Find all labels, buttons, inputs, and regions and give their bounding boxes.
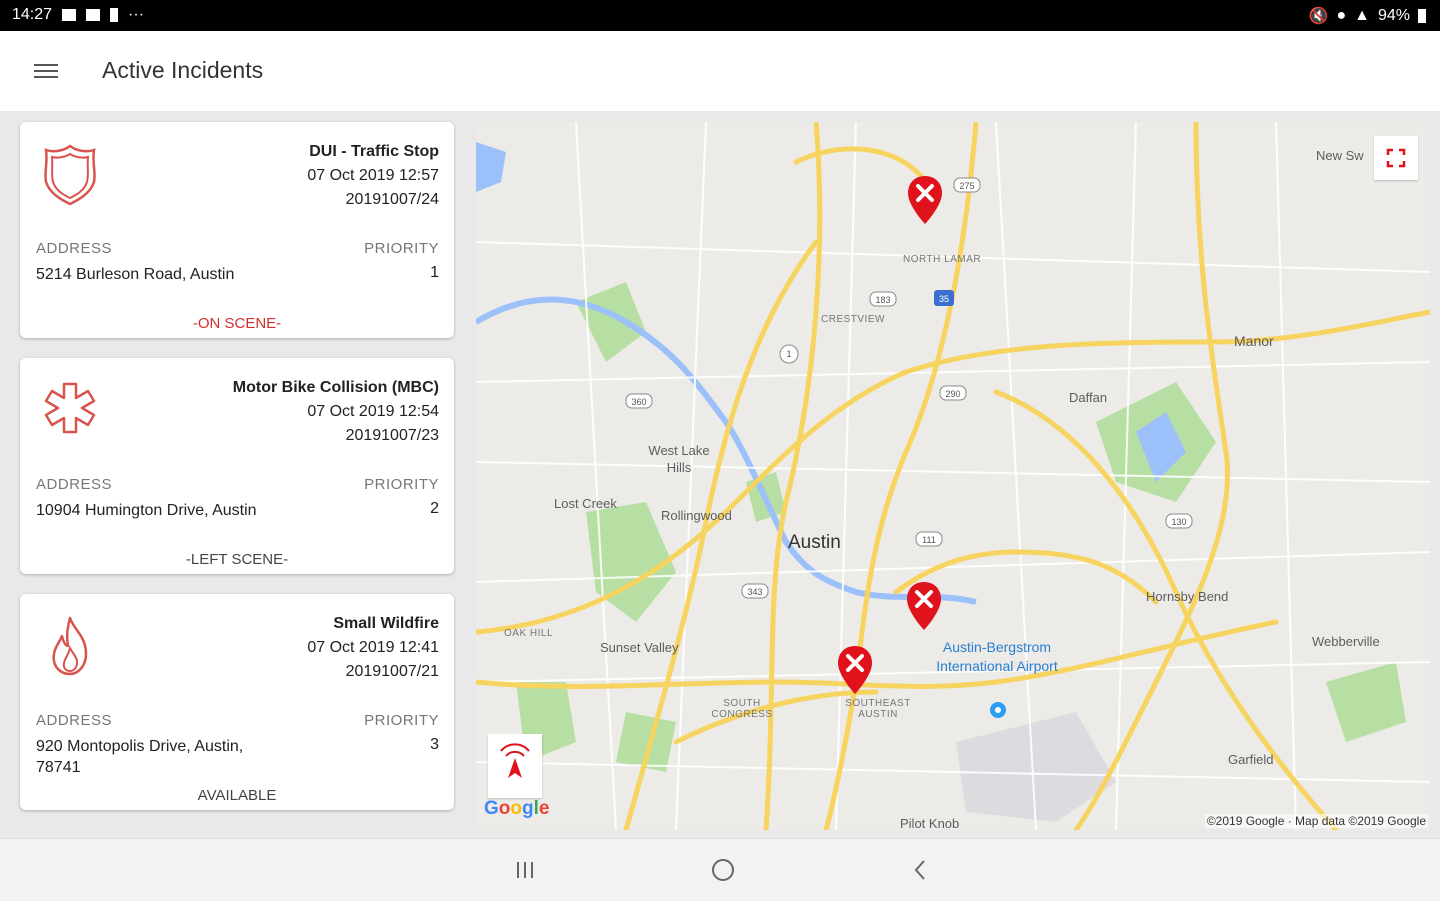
google-logo: Google bbox=[484, 798, 550, 819]
incident-title: Motor Bike Collision (MBC) bbox=[232, 379, 439, 396]
page-title: Active Incidents bbox=[102, 57, 264, 83]
app-bar: Active Incidents bbox=[0, 31, 1440, 111]
place-label: New Sw bbox=[1316, 148, 1364, 163]
shield-label: 35 bbox=[939, 294, 949, 304]
shield-label: 183 bbox=[875, 295, 890, 305]
incident-address: 5214 Burleson Road, Austin bbox=[36, 266, 235, 283]
status-bar: 14:27 ··· 🔇 ● ▲ 94% bbox=[0, 0, 1440, 31]
place-label: Pilot Knob bbox=[900, 816, 960, 830]
place-label: NORTH LAMAR bbox=[903, 254, 982, 265]
my-location-button[interactable] bbox=[488, 734, 542, 798]
navigation-bar bbox=[0, 838, 1440, 901]
battery-notification-icon bbox=[110, 8, 119, 22]
incident-address: 920 Montopolis Drive, Austin, 78741 bbox=[36, 738, 244, 776]
incident-card[interactable]: DUI - Traffic Stop 07 Oct 2019 12:57 201… bbox=[20, 122, 454, 338]
place-label: SOUTHEAST AUSTIN bbox=[845, 698, 911, 720]
shield-label: 111 bbox=[922, 535, 936, 545]
incident-marker[interactable] bbox=[906, 174, 944, 226]
message-notification-icon bbox=[86, 9, 101, 21]
shield-label: 275 bbox=[959, 181, 974, 191]
incident-header: DUI - Traffic Stop 07 Oct 2019 12:57 201… bbox=[307, 140, 439, 212]
incident-id: 20191007/23 bbox=[345, 427, 439, 444]
priority-label: PRIORITY bbox=[364, 712, 439, 729]
place-label: Sunset Valley bbox=[600, 640, 679, 655]
status-more: ··· bbox=[128, 6, 145, 23]
place-label: West Lake Hills bbox=[648, 443, 710, 475]
incident-priority: 1 bbox=[430, 264, 439, 281]
gallery-notification-icon bbox=[62, 9, 77, 21]
battery-icon bbox=[1418, 9, 1426, 23]
map-view[interactable]: 275 183 35 1 360 290 111 343 130 New Sw … bbox=[476, 122, 1430, 830]
shield-label: 1 bbox=[786, 349, 791, 359]
menu-icon[interactable] bbox=[34, 61, 58, 81]
place-label: Lost Creek bbox=[554, 496, 617, 511]
place-label: Hornsby Bend bbox=[1146, 589, 1229, 604]
incident-status: AVAILABLE bbox=[197, 787, 277, 804]
map-tiles: 275 183 35 1 360 290 111 343 130 bbox=[476, 122, 1430, 830]
back-icon[interactable] bbox=[906, 857, 936, 883]
recents-icon[interactable] bbox=[510, 857, 540, 883]
incident-status: -LEFT SCENE- bbox=[185, 551, 289, 568]
incident-priority: 2 bbox=[430, 500, 439, 517]
incident-marker[interactable] bbox=[836, 644, 874, 696]
priority-label: PRIORITY bbox=[364, 476, 439, 493]
incident-marker[interactable] bbox=[905, 580, 943, 632]
shield-label: 290 bbox=[945, 389, 960, 399]
incident-title: DUI - Traffic Stop bbox=[309, 143, 439, 160]
ems-star-icon bbox=[44, 382, 96, 434]
incident-header: Motor Bike Collision (MBC) 07 Oct 2019 1… bbox=[233, 376, 439, 448]
address-label: ADDRESS bbox=[36, 476, 113, 493]
place-label: Austin bbox=[788, 532, 841, 553]
incident-id: 20191007/24 bbox=[345, 191, 439, 208]
place-label: Austin-Bergstrom International Airport bbox=[936, 639, 1058, 674]
battery-percent: 94% bbox=[1377, 7, 1410, 24]
place-label: Manor bbox=[1234, 333, 1274, 349]
incident-header: Small Wildfire 07 Oct 2019 12:41 2019100… bbox=[307, 612, 439, 684]
police-badge-icon bbox=[44, 144, 96, 206]
incident-datetime: 07 Oct 2019 12:54 bbox=[307, 403, 439, 420]
shield-label: 130 bbox=[1171, 517, 1186, 527]
place-label: Daffan bbox=[1069, 390, 1108, 405]
shield-label: 343 bbox=[747, 587, 762, 597]
place-label: SOUTH CONGRESS bbox=[711, 698, 773, 720]
fullscreen-button[interactable] bbox=[1374, 136, 1418, 180]
incident-status: -ON SCENE- bbox=[192, 315, 282, 332]
address-label: ADDRESS bbox=[36, 240, 113, 257]
incident-id: 20191007/21 bbox=[345, 663, 439, 680]
status-right: 🔇 ● ▲ 94% bbox=[1309, 6, 1426, 26]
place-label: Rollingwood bbox=[661, 508, 732, 523]
incident-list: DUI - Traffic Stop 07 Oct 2019 12:57 201… bbox=[0, 111, 470, 839]
priority-label: PRIORITY bbox=[364, 240, 439, 257]
location-icon: ● bbox=[1336, 7, 1347, 24]
incident-datetime: 07 Oct 2019 12:41 bbox=[307, 639, 439, 656]
incident-title: Small Wildfire bbox=[333, 615, 439, 632]
place-label: Webberville bbox=[1312, 634, 1380, 649]
place-label: CRESTVIEW bbox=[821, 314, 885, 325]
fullscreen-icon bbox=[1386, 148, 1406, 168]
status-left: 14:27 ··· bbox=[12, 6, 144, 24]
place-label: OAK HILL bbox=[504, 628, 554, 639]
mute-icon: 🔇 bbox=[1308, 8, 1329, 25]
wifi-signal-icon: ▲ bbox=[1354, 7, 1370, 24]
incident-address: 10904 Humington Drive, Austin bbox=[36, 502, 257, 519]
incident-priority: 3 bbox=[430, 736, 439, 753]
status-time: 14:27 bbox=[12, 6, 53, 23]
address-label: ADDRESS bbox=[36, 712, 113, 729]
map-copyright[interactable]: ©2019 Google · Map data ©2019 Google bbox=[1204, 814, 1428, 828]
shield-label: 360 bbox=[631, 397, 646, 407]
fire-icon bbox=[52, 616, 88, 676]
place-label: Garfield bbox=[1228, 752, 1274, 767]
incident-datetime: 07 Oct 2019 12:57 bbox=[307, 167, 439, 184]
broadcast-location-icon bbox=[500, 743, 530, 778]
incident-card[interactable]: Motor Bike Collision (MBC) 07 Oct 2019 1… bbox=[20, 358, 454, 574]
incident-card[interactable]: Small Wildfire 07 Oct 2019 12:41 2019100… bbox=[20, 594, 454, 810]
home-icon[interactable] bbox=[708, 857, 738, 883]
